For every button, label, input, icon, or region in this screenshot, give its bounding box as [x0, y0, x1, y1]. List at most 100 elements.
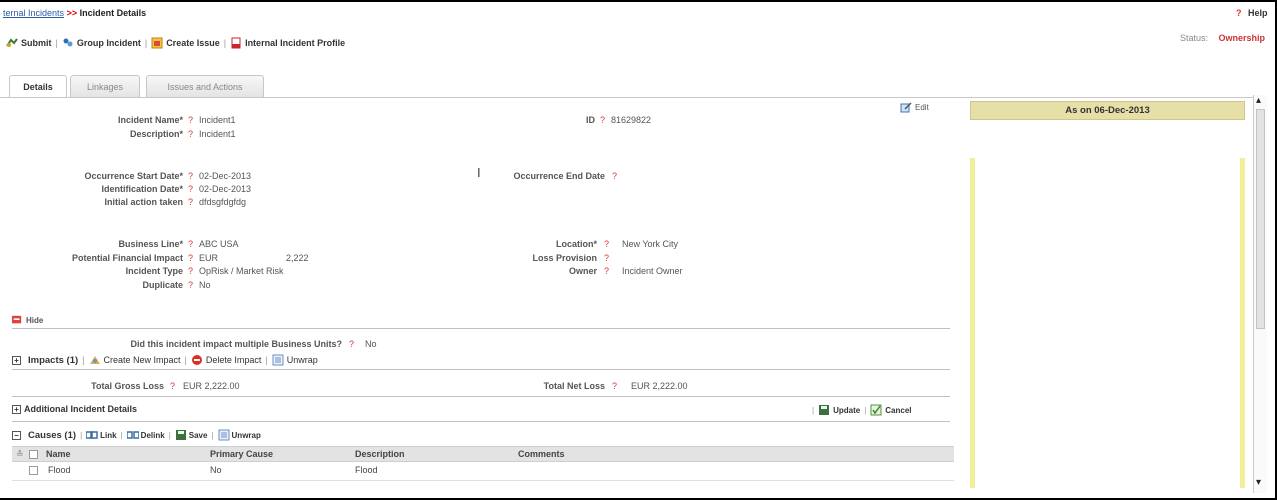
- delink-button[interactable]: Delink: [126, 429, 165, 441]
- submit-button[interactable]: Submit: [6, 37, 52, 49]
- unwrap-icon: [218, 429, 230, 441]
- scrollbar-thumb[interactable]: [1256, 109, 1265, 329]
- select-all-checkbox[interactable]: [29, 450, 38, 459]
- help-icon[interactable]: ?: [604, 266, 609, 276]
- toolbar-separator: |: [184, 355, 187, 365]
- breadcrumb-parent-link[interactable]: ternal Incidents: [3, 8, 64, 18]
- update-label: Update: [833, 405, 861, 415]
- save-label: Save: [188, 430, 208, 440]
- divider: [12, 421, 950, 422]
- help-icon[interactable]: ?: [188, 280, 193, 290]
- help-icon[interactable]: ?: [188, 239, 193, 249]
- tab-divider: [0, 97, 1258, 98]
- unwrap-causes-button[interactable]: Unwrap: [218, 429, 261, 441]
- help-icon[interactable]: ?: [170, 381, 175, 391]
- total-gross-loss-value: EUR 2,222.00: [183, 381, 240, 391]
- help-icon[interactable]: ?: [188, 197, 193, 207]
- additional-details-header[interactable]: + Additional Incident Details: [12, 404, 137, 414]
- create-issue-label: Create Issue: [166, 38, 220, 48]
- tab-linkages[interactable]: Linkages: [70, 75, 140, 97]
- help-icon[interactable]: ?: [188, 253, 193, 263]
- cause-description: Flood: [355, 465, 378, 475]
- column-header-primary-cause[interactable]: Primary Cause: [210, 449, 273, 459]
- edit-button[interactable]: Edit: [900, 101, 929, 113]
- total-net-loss-value: EUR 2,222.00: [631, 381, 688, 391]
- tab-details[interactable]: Details: [9, 75, 67, 98]
- unwrap-impacts-button[interactable]: Unwrap: [272, 354, 318, 366]
- help-icon[interactable]: ?: [349, 339, 354, 349]
- occurrence-start-label: Occurrence Start Date*: [84, 171, 183, 181]
- create-issue-button[interactable]: Create Issue: [151, 37, 220, 49]
- breadcrumb-current: Incident Details: [79, 8, 147, 18]
- help-icon[interactable]: ?: [188, 266, 193, 276]
- delete-impact-button[interactable]: Delete Impact: [191, 354, 261, 366]
- internal-incident-profile-button[interactable]: Internal Incident Profile: [230, 37, 345, 49]
- link-button[interactable]: Link: [86, 429, 117, 441]
- business-line-value: ABC USA: [199, 239, 239, 249]
- internal-profile-label: Internal Incident Profile: [245, 38, 346, 48]
- owner-label: Owner: [568, 266, 597, 276]
- incident-name-label: Incident Name*: [117, 115, 183, 125]
- divider: [12, 369, 950, 370]
- edit-label: Edit: [915, 102, 929, 112]
- column-header-comments[interactable]: Comments: [518, 449, 565, 459]
- total-gross-loss-label: Total Gross Loss: [91, 381, 164, 391]
- sort-icon[interactable]: ≛: [16, 449, 24, 460]
- help-icon[interactable]: ?: [600, 115, 605, 125]
- help-icon[interactable]: ?: [604, 253, 609, 263]
- group-incident-label: Group Incident: [76, 38, 141, 48]
- help-icon[interactable]: ?: [188, 129, 193, 139]
- total-net-loss-label: Total Net Loss: [543, 381, 605, 391]
- unwrap-label: Unwrap: [231, 430, 261, 440]
- tab-issues-and-actions[interactable]: Issues and Actions: [146, 75, 264, 97]
- location-label: Location*: [555, 239, 597, 249]
- toolbar: Submit | Group Incident | Create Issue |…: [6, 37, 345, 49]
- id-label: ID: [586, 115, 595, 125]
- create-issue-icon: [151, 37, 163, 49]
- collapse-icon[interactable]: −: [12, 430, 21, 440]
- owner-value: Incident Owner: [622, 266, 683, 276]
- row-checkbox[interactable]: [29, 466, 38, 475]
- help-icon[interactable]: ?: [612, 381, 617, 391]
- hide-button[interactable]: Hide: [12, 315, 43, 325]
- toolbar-separator: |: [812, 405, 815, 415]
- create-new-impact-button[interactable]: Create New Impact: [89, 354, 181, 366]
- toolbar-separator: |: [80, 430, 83, 440]
- expand-icon[interactable]: +: [12, 355, 21, 365]
- scroll-down-icon[interactable]: ▾: [1256, 477, 1261, 488]
- group-incident-button[interactable]: Group Incident: [62, 37, 141, 49]
- status-value: Ownership: [1218, 33, 1266, 43]
- breadcrumb: ternal Incidents >> Incident Details: [3, 8, 146, 18]
- additional-actions: | Update | Cancel: [812, 404, 912, 416]
- causes-toolbar: − Causes (1) | Link | Delink | Save | Un…: [12, 429, 261, 441]
- link-icon: [86, 431, 98, 439]
- unwrap-label: Unwrap: [286, 355, 318, 365]
- text-cursor-icon: I: [477, 165, 481, 180]
- update-button[interactable]: Update: [818, 404, 860, 416]
- divider: [12, 328, 950, 329]
- cancel-button[interactable]: Cancel: [870, 404, 912, 416]
- toolbar-separator: |: [55, 38, 58, 48]
- pdf-icon: [231, 37, 241, 49]
- help-icon[interactable]: ?: [188, 171, 193, 181]
- help-icon[interactable]: ?: [188, 184, 193, 194]
- help-icon[interactable]: ?: [604, 239, 609, 249]
- help-icon[interactable]: ?: [188, 115, 193, 125]
- toolbar-separator: |: [864, 405, 867, 415]
- help-icon[interactable]: ?: [612, 171, 617, 181]
- additional-details-title: Additional Incident Details: [24, 404, 138, 414]
- save-button[interactable]: Save: [175, 429, 208, 441]
- column-header-name[interactable]: Name: [46, 449, 71, 459]
- group-icon: [63, 38, 73, 47]
- edit-icon: [900, 102, 912, 113]
- toolbar-separator: |: [265, 355, 268, 365]
- table-row[interactable]: Flood No Flood: [12, 463, 954, 479]
- scroll-up-icon[interactable]: ▴: [1256, 95, 1261, 106]
- expand-icon[interactable]: +: [12, 404, 21, 414]
- submit-icon: [6, 38, 18, 47]
- column-header-description[interactable]: Description: [355, 449, 405, 459]
- toolbar-separator: |: [82, 355, 85, 365]
- panel-left-border: [970, 158, 975, 488]
- help-link[interactable]: ? Help: [1236, 8, 1268, 18]
- vertical-scrollbar[interactable]: ▴ ▾: [1253, 95, 1267, 493]
